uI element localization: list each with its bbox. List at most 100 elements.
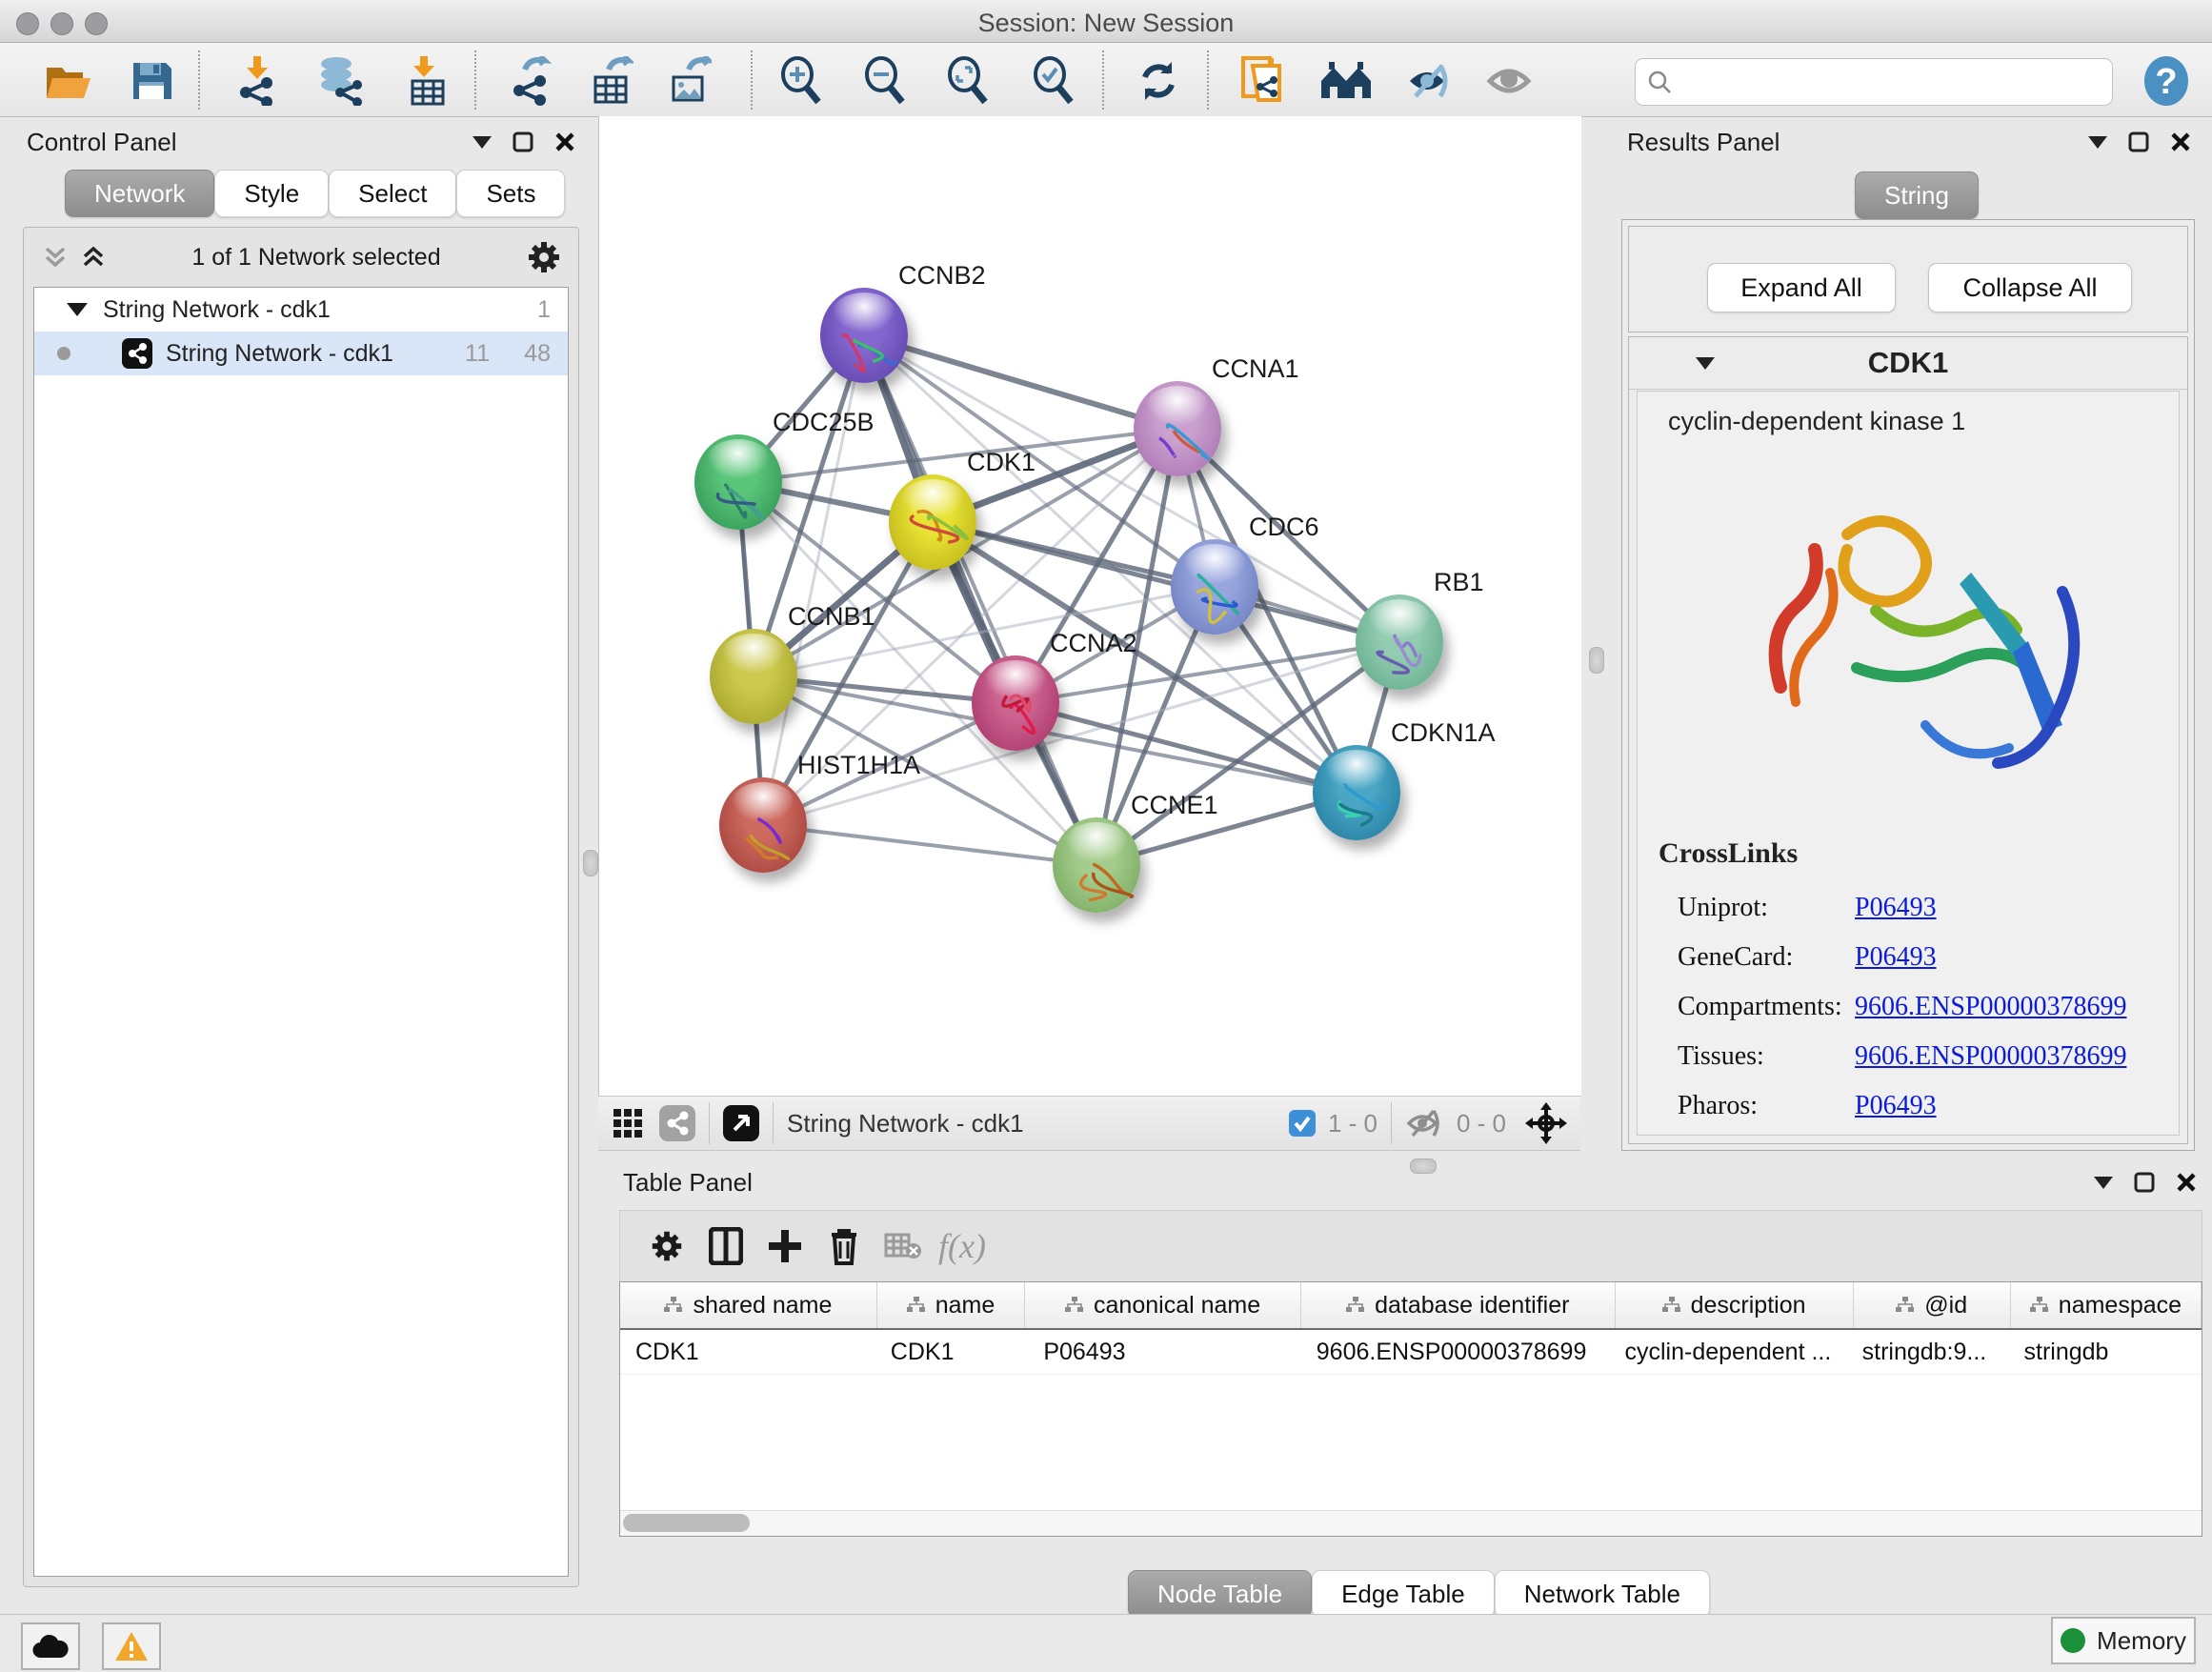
collapse-triangle-icon[interactable]: [67, 303, 88, 316]
tab-network-table[interactable]: Network Table: [1495, 1570, 1710, 1618]
help-button[interactable]: ?: [2140, 54, 2193, 108]
close-panel-icon[interactable]: [2170, 131, 2191, 152]
cell[interactable]: CDK1: [875, 1330, 1029, 1374]
right-splitter-handle[interactable]: [1589, 647, 1604, 674]
column-header-database-identifier[interactable]: database identifier: [1301, 1282, 1616, 1328]
export-table-icon[interactable]: [584, 54, 637, 108]
cell[interactable]: cyclin-dependent ...: [1610, 1330, 1847, 1374]
network-node-HIST1H1A[interactable]: [719, 777, 807, 873]
crosslink-link[interactable]: 9606.ENSP00000378699: [1855, 992, 2126, 1022]
panel-menu-icon[interactable]: [473, 136, 492, 149]
tab-style[interactable]: Style: [214, 170, 329, 217]
clone-network-icon[interactable]: [1236, 54, 1289, 108]
show-column-icon[interactable]: [696, 1218, 755, 1275]
float-panel-icon[interactable]: [2134, 1172, 2155, 1193]
column-header-description[interactable]: description: [1616, 1282, 1854, 1328]
selected-checkbox-icon[interactable]: [1288, 1109, 1317, 1138]
cell[interactable]: P06493: [1028, 1330, 1300, 1374]
status-bar: Memory: [0, 1614, 2212, 1672]
export-view-icon[interactable]: [723, 1105, 759, 1141]
network-share-icon[interactable]: [659, 1105, 695, 1141]
delete-column-trash-icon[interactable]: [814, 1218, 874, 1275]
delete-table-icon[interactable]: [874, 1218, 933, 1275]
tab-network[interactable]: Network: [65, 170, 214, 217]
entry-collapse-icon[interactable]: [1696, 357, 1715, 370]
crosslink-link[interactable]: P06493: [1855, 942, 1937, 973]
network-row[interactable]: String Network - cdk1 11 48: [34, 332, 568, 375]
float-panel-icon[interactable]: [2128, 131, 2149, 152]
tab-sets[interactable]: Sets: [456, 170, 565, 217]
network-node-CCNA2[interactable]: [972, 655, 1059, 751]
search-input[interactable]: [1672, 62, 2112, 102]
network-node-CDC25B[interactable]: [694, 434, 782, 530]
save-session-icon[interactable]: [125, 54, 178, 108]
collapse-all-button[interactable]: Collapse All: [1928, 263, 2132, 312]
cell[interactable]: CDK1: [620, 1330, 875, 1374]
tab-edge-table[interactable]: Edge Table: [1312, 1570, 1495, 1618]
float-panel-icon[interactable]: [513, 131, 533, 152]
column-header-shared-name[interactable]: shared name: [620, 1282, 877, 1328]
column-header-canonical-name[interactable]: canonical name: [1025, 1282, 1301, 1328]
memory-button[interactable]: Memory: [2051, 1617, 2196, 1664]
network-node-CDK1[interactable]: [889, 474, 976, 570]
zoom-fit-icon[interactable]: [941, 54, 995, 108]
cloud-status-button[interactable]: [21, 1622, 80, 1670]
expand-all-button[interactable]: Expand All: [1707, 263, 1896, 312]
close-panel-icon[interactable]: [554, 131, 575, 152]
network-canvas[interactable]: CCNB2CCNA1CDC25BCDK1CDC6RB1CCNB1CCNA2CDK…: [598, 116, 1581, 1096]
first-neighbors-icon[interactable]: [1319, 54, 1373, 108]
zoom-in-icon[interactable]: [774, 54, 828, 108]
birdseye-grid-icon[interactable]: [612, 1107, 644, 1139]
open-session-icon[interactable]: [42, 54, 95, 108]
warning-button[interactable]: [102, 1622, 161, 1670]
network-node-CCNB2[interactable]: [820, 288, 908, 383]
table-settings-gear-icon[interactable]: [637, 1218, 696, 1275]
crosslink-link[interactable]: P06493: [1855, 893, 1937, 923]
search-field[interactable]: [1635, 58, 2113, 106]
import-network-from-database-icon[interactable]: [313, 54, 367, 108]
cell[interactable]: 9606.ENSP00000378699: [1301, 1330, 1610, 1374]
column-header-namespace[interactable]: namespace: [2011, 1282, 2202, 1328]
network-options-gear-icon[interactable]: [525, 238, 563, 276]
zoom-out-icon[interactable]: [858, 54, 912, 108]
create-column-icon[interactable]: [755, 1218, 814, 1275]
close-panel-icon[interactable]: [2176, 1172, 2197, 1193]
show-all-icon[interactable]: [1484, 54, 1538, 108]
crosslink-link[interactable]: 9606.ENSP00000378699: [1855, 1041, 2126, 1072]
cell[interactable]: stringdb:9...: [1847, 1330, 2009, 1374]
network-node-RB1[interactable]: [1356, 594, 1443, 690]
collapse-all-networks-icon[interactable]: [79, 245, 108, 270]
export-image-icon[interactable]: [662, 54, 715, 108]
tab-string[interactable]: String: [1855, 171, 1979, 219]
pan-crosshair-icon[interactable]: [1525, 1102, 1567, 1144]
function-builder-icon[interactable]: f(x): [933, 1218, 992, 1275]
column-header--id[interactable]: @id: [1854, 1282, 2011, 1328]
network-node-CDKN1A[interactable]: [1313, 745, 1400, 840]
network-node-CCNA1[interactable]: [1134, 381, 1221, 476]
refresh-icon[interactable]: [1132, 54, 1185, 108]
column-type-icon: [1346, 1297, 1365, 1314]
import-network-icon[interactable]: [231, 54, 284, 108]
network-node-CDC6[interactable]: [1171, 539, 1258, 635]
network-node-CCNB1[interactable]: [710, 629, 797, 724]
import-table-icon[interactable]: [401, 54, 454, 108]
entry-description: cyclin-dependent kinase 1: [1668, 407, 1965, 436]
table-hscrollbar-thumb[interactable]: [623, 1514, 750, 1532]
node-label-CCNA1: CCNA1: [1212, 354, 1299, 384]
cell[interactable]: stringdb: [2009, 1330, 2202, 1374]
left-splitter-handle[interactable]: [583, 850, 598, 876]
crosslink-link[interactable]: P06493: [1855, 1091, 1937, 1121]
hide-selected-icon[interactable]: [1404, 54, 1458, 108]
zoom-selected-icon[interactable]: [1027, 54, 1080, 108]
expand-all-networks-icon[interactable]: [41, 245, 70, 270]
network-collection-row[interactable]: String Network - cdk1 1: [34, 288, 568, 332]
network-edge-count: 48: [524, 340, 551, 368]
table-row[interactable]: CDK1CDK1P064939606.ENSP00000378699cyclin…: [620, 1330, 2202, 1375]
panel-menu-icon[interactable]: [2094, 1177, 2113, 1189]
export-network-icon[interactable]: [504, 54, 557, 108]
tab-select[interactable]: Select: [329, 170, 456, 217]
network-node-CCNE1[interactable]: [1053, 817, 1140, 913]
panel-menu-icon[interactable]: [2088, 136, 2107, 149]
tab-node-table[interactable]: Node Table: [1128, 1570, 1312, 1618]
column-header-name[interactable]: name: [877, 1282, 1025, 1328]
